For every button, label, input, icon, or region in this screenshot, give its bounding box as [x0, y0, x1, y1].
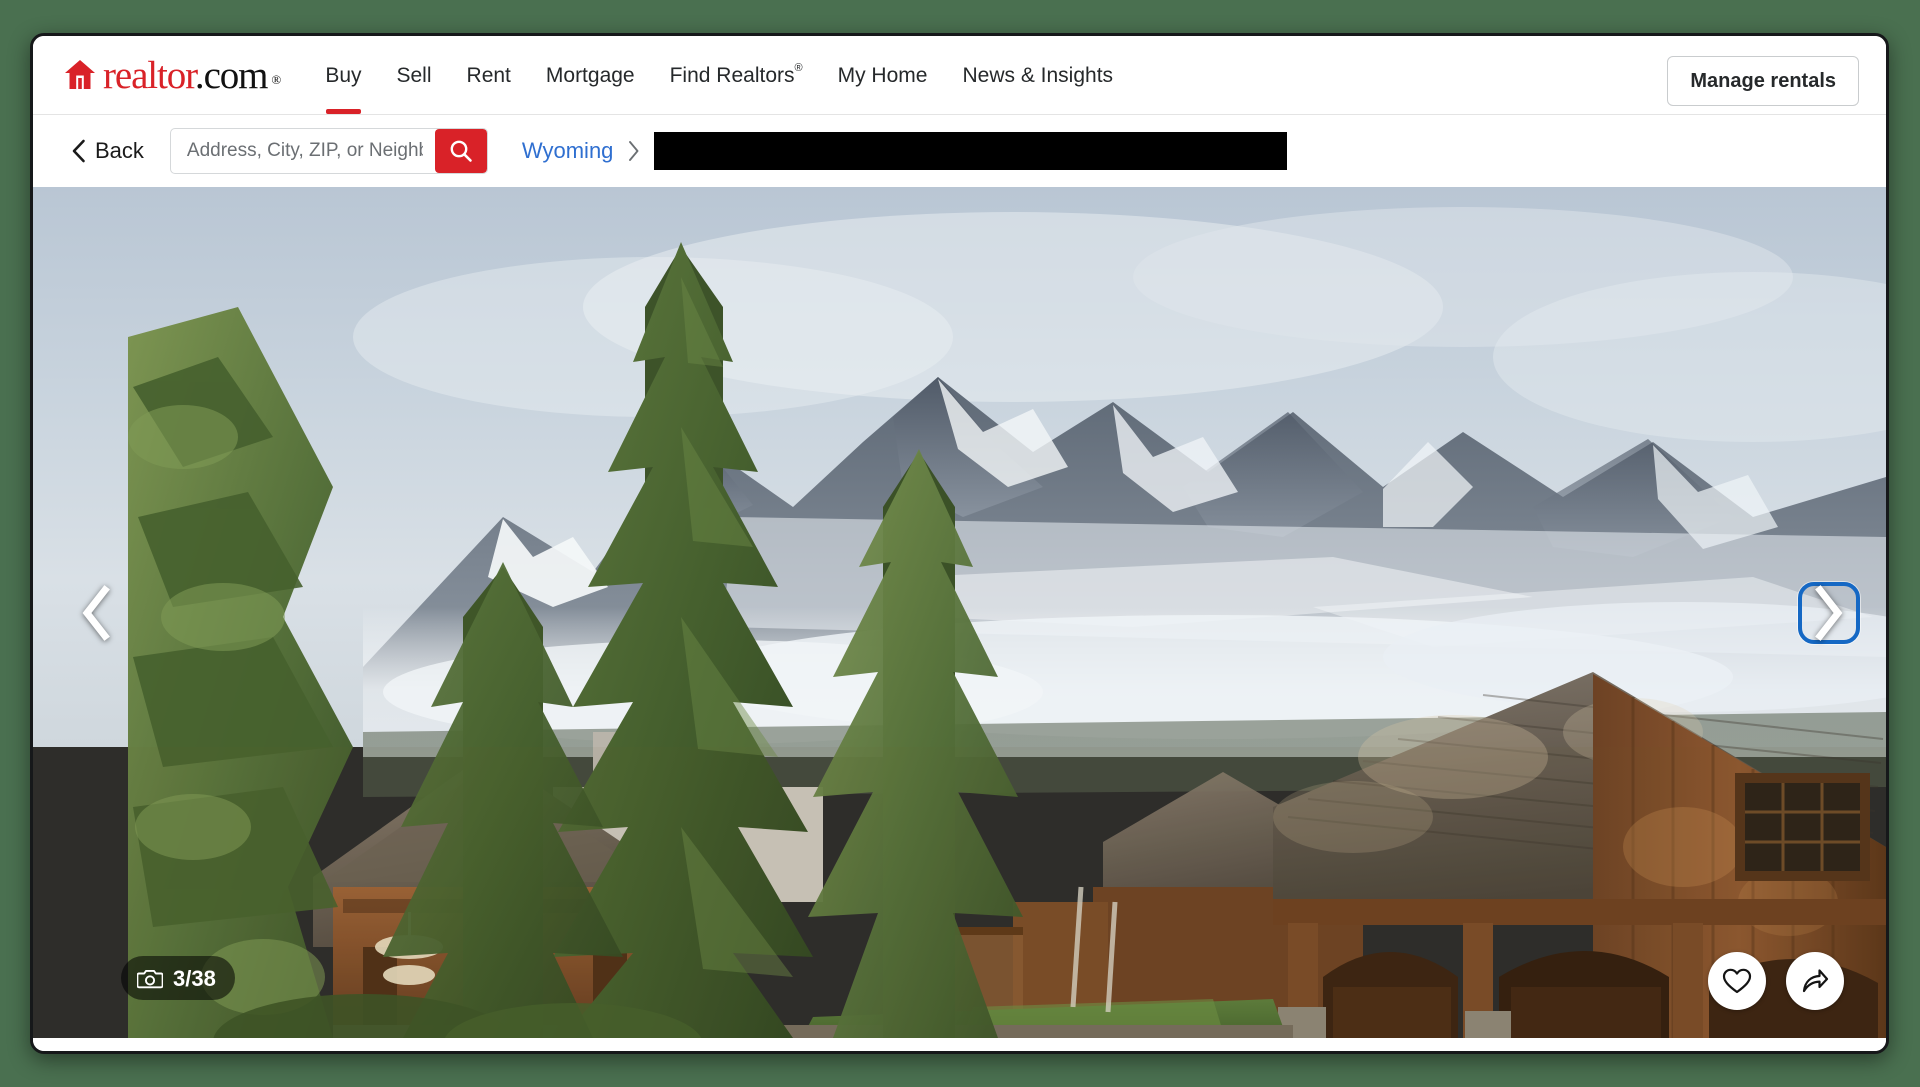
registered-mark: ®	[794, 61, 803, 74]
breadcrumb-redacted-bar	[654, 132, 1288, 170]
site-header: realtor.com ® Buy Sell Rent Mortgage Fin…	[33, 36, 1886, 115]
gallery-next-button[interactable]	[1798, 581, 1860, 644]
nav-item-mortgage[interactable]: Mortgage	[546, 36, 635, 114]
back-label: Back	[95, 138, 144, 163]
nav-label: Mortgage	[545, 64, 635, 87]
nav-item-buy[interactable]: Buy	[325, 36, 362, 114]
nav-label: Sell	[396, 64, 432, 87]
window-bottom-strip	[33, 1038, 1886, 1051]
brand-registered-mark: ®	[271, 71, 282, 87]
nav-label: News & Insights	[962, 64, 1114, 87]
nav-label: Buy	[325, 64, 362, 87]
share-button[interactable]	[1786, 952, 1844, 1010]
nav-label: Find Realtors	[669, 64, 795, 87]
breadcrumb: Wyoming	[522, 132, 1886, 170]
nav-label: Rent	[466, 64, 511, 87]
chevron-right-icon	[629, 141, 639, 161]
nav-item-my-home[interactable]: My Home	[838, 36, 928, 114]
chevron-left-icon	[72, 139, 85, 163]
property-photo[interactable]	[33, 187, 1886, 1038]
chevron-right-icon	[1815, 584, 1843, 641]
chevron-left-icon	[82, 584, 110, 641]
gallery-action-buttons	[1708, 952, 1844, 1010]
brand-wordmark: realtor.com	[103, 53, 269, 97]
desktop-backdrop: realtor.com ® Buy Sell Rent Mortgage Fin…	[0, 0, 1920, 1087]
nav-item-rent[interactable]: Rent	[467, 36, 511, 114]
photo-counter-badge[interactable]: 3/38	[121, 956, 235, 1000]
realtor-logo[interactable]: realtor.com ®	[63, 56, 281, 95]
photo-counter-text: 3/38	[173, 965, 216, 991]
main-navigation: Buy Sell Rent Mortgage Find Realtors ® My…	[325, 36, 1113, 114]
brand-text-black: .com	[194, 53, 269, 97]
nav-item-find-realtors[interactable]: Find Realtors ®	[670, 36, 803, 114]
nav-item-sell[interactable]: Sell	[397, 36, 432, 114]
heart-icon	[1722, 968, 1752, 994]
nav-item-news-insights[interactable]: News & Insights	[962, 36, 1113, 114]
manage-rentals-button[interactable]: Manage rentals	[1667, 56, 1859, 106]
breadcrumb-item-state[interactable]: Wyoming	[522, 138, 614, 164]
back-button[interactable]: Back	[71, 138, 144, 164]
nav-label: My Home	[837, 64, 928, 87]
search-breadcrumb-bar: Back Wyoming	[33, 115, 1886, 187]
magnifier-icon	[450, 140, 472, 162]
save-button[interactable]	[1708, 952, 1766, 1010]
gallery-prev-button[interactable]	[65, 582, 127, 644]
house-icon	[65, 60, 95, 89]
brand-text-red: realtor	[103, 53, 196, 97]
search-submit-button[interactable]	[434, 129, 487, 173]
share-arrow-icon	[1802, 969, 1829, 993]
camera-icon	[137, 969, 163, 988]
search-input[interactable]	[170, 129, 435, 173]
search-box	[169, 128, 488, 174]
photo-gallery: 3/38	[33, 187, 1886, 1038]
browser-window: realtor.com ® Buy Sell Rent Mortgage Fin…	[30, 33, 1889, 1054]
